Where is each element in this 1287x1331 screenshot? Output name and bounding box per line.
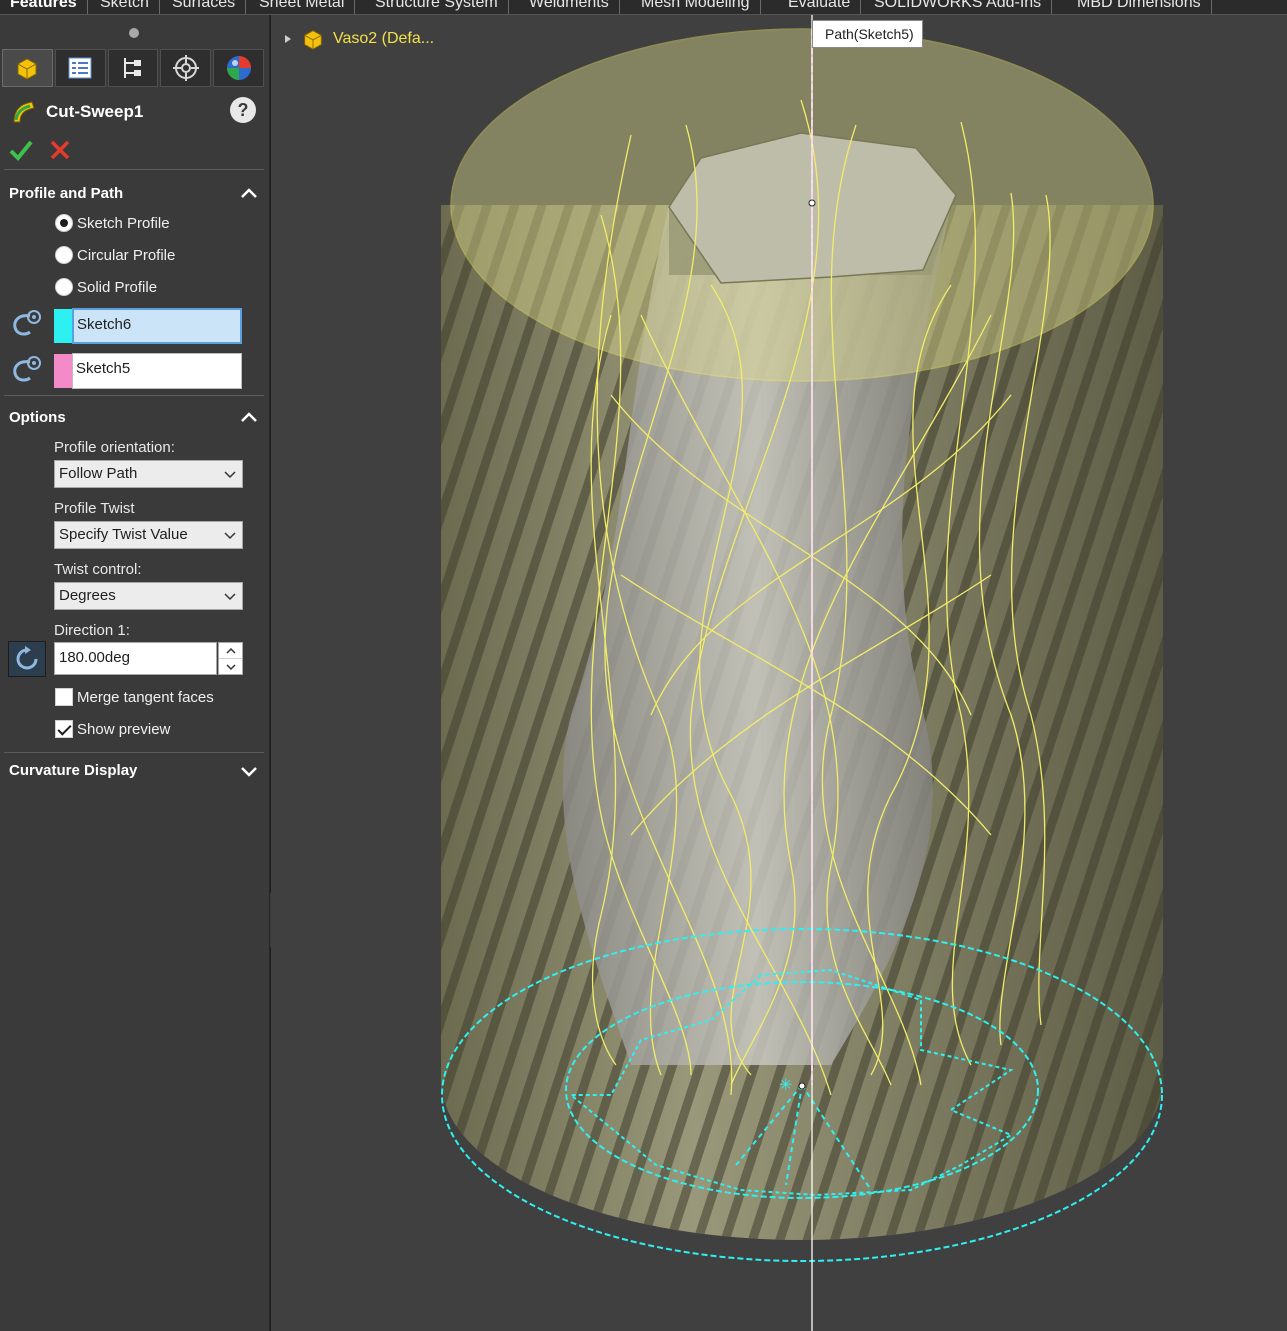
dropdown-value: Specify Twist Value	[59, 526, 188, 543]
options-header[interactable]: Options	[0, 403, 264, 433]
tab-sheet-metal[interactable]: Sheet Metal	[249, 0, 356, 14]
checkbox-label: Show preview	[77, 720, 171, 738]
profile-selection-icon	[13, 310, 41, 336]
section-title: Options	[9, 409, 66, 426]
twist-control-dropdown[interactable]: Degrees	[54, 582, 243, 610]
crosshair-icon	[172, 55, 199, 81]
radio-circular-profile[interactable]: Circular Profile	[55, 244, 175, 266]
direction1-input[interactable]: 180.00deg	[54, 642, 217, 675]
cut-sweep-icon	[13, 101, 35, 123]
panel-grip[interactable]	[129, 28, 139, 38]
spin-down-button[interactable]	[219, 659, 242, 675]
feature-manager-tab[interactable]	[2, 49, 53, 87]
rotate-icon	[16, 646, 38, 670]
configuration-icon	[123, 58, 141, 78]
tab-mesh-modeling[interactable]: Mesh Modeling	[631, 0, 761, 14]
profile-and-path-header[interactable]: Profile and Path	[0, 179, 264, 209]
section-title: Profile and Path	[9, 185, 124, 202]
direction1-label: Direction 1:	[54, 622, 130, 639]
show-preview-checkbox[interactable]: Show preview	[55, 718, 170, 740]
manager-tabs	[2, 49, 264, 87]
radio-label: Solid Profile	[77, 278, 158, 296]
graphics-area[interactable]: ✳ Vaso2 (Defa... Path(Sketch5)	[271, 15, 1287, 1331]
chevron-down-icon	[224, 593, 236, 601]
part-icon	[17, 58, 37, 80]
part-name: Vaso2 (Defa...	[333, 30, 435, 47]
path-selection-icon	[13, 356, 41, 382]
radio-sketch-profile[interactable]: Sketch Profile	[55, 212, 170, 234]
radio-label: Circular Profile	[77, 246, 176, 264]
chevron-down-icon[interactable]	[238, 760, 260, 782]
tab-mbd-dimensions[interactable]: MBD Dimensions	[1067, 0, 1212, 14]
close-icon	[50, 140, 70, 160]
radio-indicator[interactable]	[55, 246, 73, 264]
tab-evaluate[interactable]: Evaluate	[778, 0, 862, 14]
caret-down-icon	[225, 664, 236, 671]
part-icon	[304, 30, 322, 50]
dimxpert-manager-tab[interactable]	[160, 49, 212, 87]
checkbox-indicator[interactable]	[55, 720, 73, 738]
tab-features[interactable]: Features	[0, 0, 88, 14]
separator	[4, 169, 264, 170]
profile-color-swatch	[54, 309, 72, 343]
dropdown-value: Degrees	[59, 587, 116, 604]
curvature-display-header[interactable]: Curvature Display	[0, 756, 264, 786]
radio-solid-profile[interactable]: Solid Profile	[55, 276, 157, 298]
path-point[interactable]	[798, 1082, 806, 1090]
help-button[interactable]: ?	[230, 97, 256, 123]
origin-marker: ✳	[779, 1075, 792, 1094]
radio-indicator[interactable]	[55, 278, 73, 296]
profile-orientation-dropdown[interactable]: Follow Path	[54, 460, 243, 488]
profile-orientation-label: Profile orientation:	[54, 439, 175, 456]
radio-label: Sketch Profile	[77, 214, 170, 232]
chevron-up-icon[interactable]	[238, 407, 260, 429]
tab-solidworks-addins[interactable]: SOLIDWORKS Add-Ins	[864, 0, 1053, 14]
twist-control-label: Twist control:	[54, 561, 142, 578]
tab-surfaces[interactable]: Surfaces	[162, 0, 247, 14]
separator	[4, 395, 264, 396]
spin-up-button[interactable]	[219, 643, 242, 659]
profile-twist-dropdown[interactable]: Specify Twist Value	[54, 521, 243, 549]
dropdown-value: Follow Path	[59, 465, 138, 482]
feature-title-text: Cut-Sweep1	[46, 102, 144, 121]
display-manager-tab[interactable]	[213, 49, 264, 87]
profile-twist-label: Profile Twist	[54, 500, 135, 517]
radio-indicator[interactable]	[55, 214, 73, 232]
cancel-button[interactable]	[48, 138, 72, 162]
chevron-down-icon	[224, 471, 236, 479]
merge-tangent-faces-checkbox[interactable]: Merge tangent faces	[55, 686, 214, 708]
tab-structure-system[interactable]: Structure System	[365, 0, 509, 14]
feature-tree-root[interactable]: Vaso2 (Defa...	[283, 25, 434, 53]
caret-up-icon	[225, 647, 236, 654]
property-list-icon	[68, 57, 92, 79]
ok-button[interactable]	[8, 138, 34, 162]
3d-model-view[interactable]: ✳	[271, 15, 1287, 1331]
expand-arrow-icon[interactable]	[283, 34, 293, 44]
tab-weldments[interactable]: Weldments	[519, 0, 620, 14]
chevron-down-icon	[224, 532, 236, 540]
checkmark-icon	[9, 140, 33, 161]
appearance-sphere-icon	[226, 56, 251, 80]
reverse-direction-button[interactable]	[8, 641, 46, 677]
path-point[interactable]	[808, 199, 816, 207]
property-manager-panel: Cut-Sweep1 ? Profile and Path Sketch Pro…	[0, 15, 270, 1331]
checkbox-indicator[interactable]	[55, 688, 73, 706]
feature-title: Cut-Sweep1	[10, 97, 143, 127]
path-color-swatch	[54, 354, 72, 388]
property-manager-tab[interactable]	[54, 49, 106, 87]
direction1-spinner	[218, 642, 243, 675]
path-selection-box[interactable]: Sketch5	[72, 353, 242, 389]
selection-tooltip: Path(Sketch5)	[812, 20, 923, 48]
section-title: Curvature Display	[9, 762, 138, 779]
profile-selection-box[interactable]: Sketch6	[72, 308, 242, 344]
checkbox-label: Merge tangent faces	[77, 688, 214, 706]
chevron-up-icon[interactable]	[238, 183, 260, 205]
tab-sketch[interactable]: Sketch	[90, 0, 160, 14]
configuration-manager-tab[interactable]	[107, 49, 159, 87]
separator	[4, 752, 264, 753]
command-manager-tabs: Features Sketch Surfaces Sheet Metal Str…	[0, 0, 1287, 15]
